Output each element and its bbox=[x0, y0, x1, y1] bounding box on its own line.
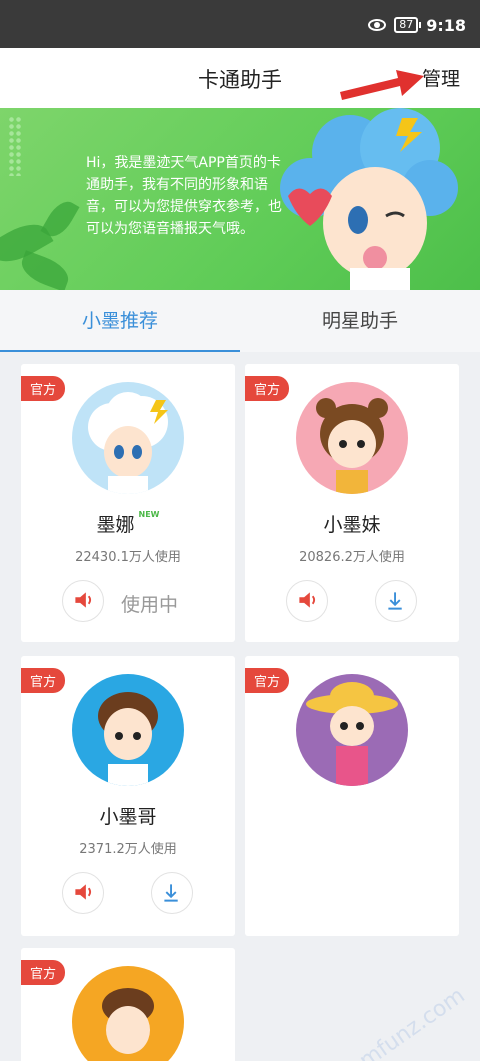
in-use-status: 使用中 bbox=[121, 594, 179, 616]
assistant-card[interactable]: 官方 bbox=[21, 948, 235, 1061]
user-count: 2371.2万人使用 bbox=[79, 842, 177, 857]
status-icons: 87 9:18 bbox=[368, 14, 466, 36]
assistant-card[interactable]: 官方 墨娜 NEW 22430.1万人使用 使用中 bbox=[21, 364, 235, 642]
status-bar: 87 9:18 bbox=[0, 0, 480, 48]
avatar bbox=[72, 382, 184, 494]
tab-underline bbox=[0, 350, 240, 352]
assistant-name: 小墨哥 bbox=[99, 806, 157, 828]
speaker-icon bbox=[299, 592, 316, 608]
avatar bbox=[72, 674, 184, 786]
assistant-name-text: 墨娜 bbox=[96, 514, 135, 536]
download-icon bbox=[164, 884, 178, 902]
tab-recommend[interactable]: 小墨推荐 bbox=[0, 290, 240, 352]
banner-text: Hi，我是墨迹天气APP首页的卡通助手，我有不同的形象和语音，可以为您提供穿衣参… bbox=[86, 155, 282, 237]
download-button[interactable] bbox=[375, 580, 417, 622]
user-count: 22430.1万人使用 bbox=[75, 550, 181, 565]
annotation-arrow-icon bbox=[340, 70, 424, 100]
dots-decoration bbox=[8, 116, 22, 176]
tab-bar: 小墨推荐 明星助手 bbox=[0, 290, 480, 352]
voice-preview-button[interactable] bbox=[62, 872, 104, 914]
official-badge: 官方 bbox=[245, 376, 290, 401]
status-time: 9:18 bbox=[426, 15, 466, 35]
battery-icon: 87 bbox=[394, 17, 422, 33]
user-count: 20826.2万人使用 bbox=[299, 550, 405, 565]
eye-icon bbox=[368, 19, 387, 31]
assistant-card[interactable]: 官方 bbox=[245, 656, 459, 936]
watermark: mfunz.com bbox=[355, 983, 471, 1061]
official-badge: 官方 bbox=[21, 960, 66, 985]
official-badge: 官方 bbox=[21, 376, 66, 401]
download-icon bbox=[388, 592, 402, 610]
leaf-icon bbox=[17, 250, 73, 290]
tab-star-assistant[interactable]: 明星助手 bbox=[240, 290, 480, 352]
voice-preview-button[interactable] bbox=[286, 580, 328, 622]
download-button[interactable] bbox=[151, 872, 193, 914]
assistant-card[interactable]: 官方 小墨妹 20826.2万人使用 bbox=[245, 364, 459, 642]
avatar bbox=[296, 382, 408, 494]
avatar bbox=[296, 674, 408, 786]
avatar bbox=[72, 966, 184, 1061]
assistant-card[interactable]: 官方 小墨哥 2371.2万人使用 bbox=[21, 656, 235, 936]
new-tag: NEW bbox=[138, 510, 160, 519]
speaker-icon bbox=[75, 592, 92, 608]
assistant-name: 墨娜 NEW bbox=[21, 510, 235, 537]
speaker-icon bbox=[75, 884, 92, 900]
cartoon-assistant-icon bbox=[280, 108, 458, 290]
official-badge: 官方 bbox=[21, 668, 66, 693]
official-badge: 官方 bbox=[245, 668, 290, 693]
voice-preview-button[interactable] bbox=[62, 580, 104, 622]
assistant-banner: Hi，我是墨迹天气APP首页的卡通助手，我有不同的形象和语音，可以为您提供穿衣参… bbox=[0, 108, 480, 290]
assistant-name: 小墨妹 bbox=[323, 514, 381, 536]
